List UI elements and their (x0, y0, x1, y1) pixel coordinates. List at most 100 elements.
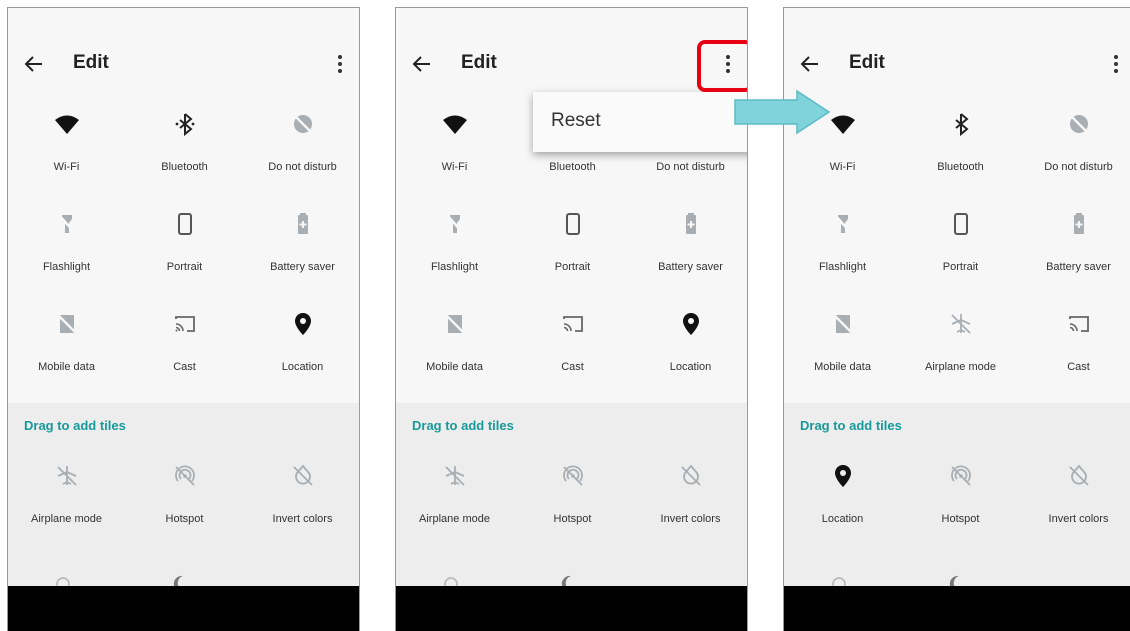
tile-hotspot[interactable]: Hotspot (514, 463, 631, 563)
airplane-mode-icon (951, 314, 971, 334)
tile-invert-colors[interactable]: Invert colors (244, 463, 359, 563)
tile-label: Cast (173, 361, 196, 373)
tile-label: Hotspot (165, 513, 204, 525)
tile-label: Do not disturb (1044, 161, 1113, 173)
tile-label: Invert colors (1048, 513, 1109, 525)
navigation-bar (784, 586, 1130, 631)
tile-label: Battery saver (1046, 261, 1111, 273)
tile-battery-saver[interactable]: Battery saver (1020, 211, 1130, 311)
do-not-disturb-icon (1070, 115, 1088, 133)
tile-label: Location (281, 361, 324, 373)
tile-flashlight[interactable]: Flashlight (8, 211, 125, 311)
tile-mobile-data[interactable]: Mobile data (396, 311, 513, 411)
tile-label: Do not disturb (656, 161, 725, 173)
tile-flashlight[interactable]: Flashlight (784, 211, 901, 311)
tile-cast[interactable]: Cast (126, 311, 243, 411)
tile-label: Flashlight (430, 261, 479, 273)
tile-label: Wi-Fi (53, 161, 80, 173)
tile-label: Mobile data (38, 361, 95, 373)
wifi-icon (831, 115, 855, 134)
battery-saver-icon (298, 213, 308, 234)
tile-label: Cast (561, 361, 584, 373)
tile-do-not-disturb[interactable]: Do not disturb (1020, 111, 1130, 211)
back-arrow-icon[interactable] (798, 52, 822, 76)
tile-label: Wi-Fi (829, 161, 856, 173)
arrow-right-icon (734, 89, 831, 135)
tile-airplane-mode[interactable]: Airplane mode (8, 463, 125, 563)
tile-label: Hotspot (553, 513, 592, 525)
tile-label: Invert colors (272, 513, 333, 525)
bluetooth-icon (175, 113, 195, 137)
tile-bluetooth[interactable]: Bluetooth (126, 111, 243, 211)
location-icon (295, 313, 311, 335)
tile-label: Do not disturb (268, 161, 337, 173)
tile-mobile-data[interactable]: Mobile data (784, 311, 901, 411)
location-icon (683, 313, 699, 335)
tile-label: Wi-Fi (441, 161, 468, 173)
tile-label: Invert colors (660, 513, 721, 525)
airplane-mode-icon (445, 466, 465, 486)
tile-wifi[interactable]: Wi-Fi (396, 111, 513, 211)
tile-portrait[interactable]: Portrait (126, 211, 243, 311)
more-options-icon[interactable] (1109, 52, 1123, 76)
tile-location[interactable]: Location (244, 311, 359, 411)
do-not-disturb-icon (294, 115, 312, 133)
tile-cast[interactable]: Cast (514, 311, 631, 411)
bluetooth-icon (955, 113, 969, 137)
tile-airplane-mode[interactable]: Airplane mode (396, 463, 513, 563)
tile-portrait[interactable]: Portrait (514, 211, 631, 311)
tile-label: Hotspot (941, 513, 980, 525)
tile-label: Bluetooth (937, 161, 984, 173)
tile-airplane-mode[interactable]: Airplane mode (902, 311, 1019, 411)
tile-hotspot[interactable]: Hotspot (126, 463, 243, 563)
tile-invert-colors[interactable]: Invert colors (632, 463, 747, 563)
tile-portrait[interactable]: Portrait (902, 211, 1019, 311)
page-title: Edit (461, 52, 497, 73)
menu-item-reset[interactable]: Reset (551, 110, 601, 132)
mobile-data-icon (445, 314, 465, 334)
portrait-icon (566, 213, 580, 235)
cast-icon (563, 316, 583, 332)
wifi-icon (55, 115, 79, 134)
tile-mobile-data[interactable]: Mobile data (8, 311, 125, 411)
tile-label: Location (821, 513, 864, 525)
tile-invert-colors[interactable]: Invert colors (1020, 463, 1130, 563)
tile-label: Bluetooth (549, 161, 596, 173)
tile-label: Cast (1067, 361, 1090, 373)
wifi-icon (443, 115, 467, 134)
tile-hotspot[interactable]: Hotspot (902, 463, 1019, 563)
screen-2: Edit Wi-Fi Bluetooth Do not disturb Flas… (395, 7, 748, 631)
mobile-data-icon (833, 314, 853, 334)
tile-location[interactable]: Location (632, 311, 747, 411)
back-arrow-icon[interactable] (22, 52, 46, 76)
cast-icon (175, 316, 195, 332)
tile-label: Portrait (942, 261, 979, 273)
tile-flashlight[interactable]: Flashlight (396, 211, 513, 311)
tile-label: Portrait (166, 261, 203, 273)
battery-saver-icon (1074, 213, 1084, 234)
hotspot-icon (951, 465, 971, 486)
tile-bluetooth[interactable]: Bluetooth (902, 111, 1019, 211)
tile-battery-saver[interactable]: Battery saver (632, 211, 747, 311)
more-options-icon[interactable] (333, 52, 347, 76)
tile-wifi[interactable]: Wi-Fi (8, 111, 125, 211)
drag-to-add-label: Drag to add tiles (412, 418, 514, 433)
app-header: Edit (784, 8, 1130, 108)
tile-label: Location (669, 361, 712, 373)
tile-label: Portrait (554, 261, 591, 273)
tile-label: Mobile data (814, 361, 871, 373)
tile-label: Airplane mode (925, 361, 996, 373)
back-arrow-icon[interactable] (410, 52, 434, 76)
tile-label: Airplane mode (419, 513, 490, 525)
portrait-icon (178, 213, 192, 235)
screen-1: Edit Wi-Fi Bluetooth Do not disturb Flas… (7, 7, 360, 631)
tile-battery-saver[interactable]: Battery saver (244, 211, 359, 311)
tile-location[interactable]: Location (784, 463, 901, 563)
tile-cast[interactable]: Cast (1020, 311, 1130, 411)
battery-saver-icon (686, 213, 696, 234)
app-header: Edit (8, 8, 359, 108)
hotspot-icon (563, 465, 583, 486)
page-title: Edit (73, 52, 109, 73)
flashlight-icon (58, 214, 76, 234)
tile-do-not-disturb[interactable]: Do not disturb (244, 111, 359, 211)
